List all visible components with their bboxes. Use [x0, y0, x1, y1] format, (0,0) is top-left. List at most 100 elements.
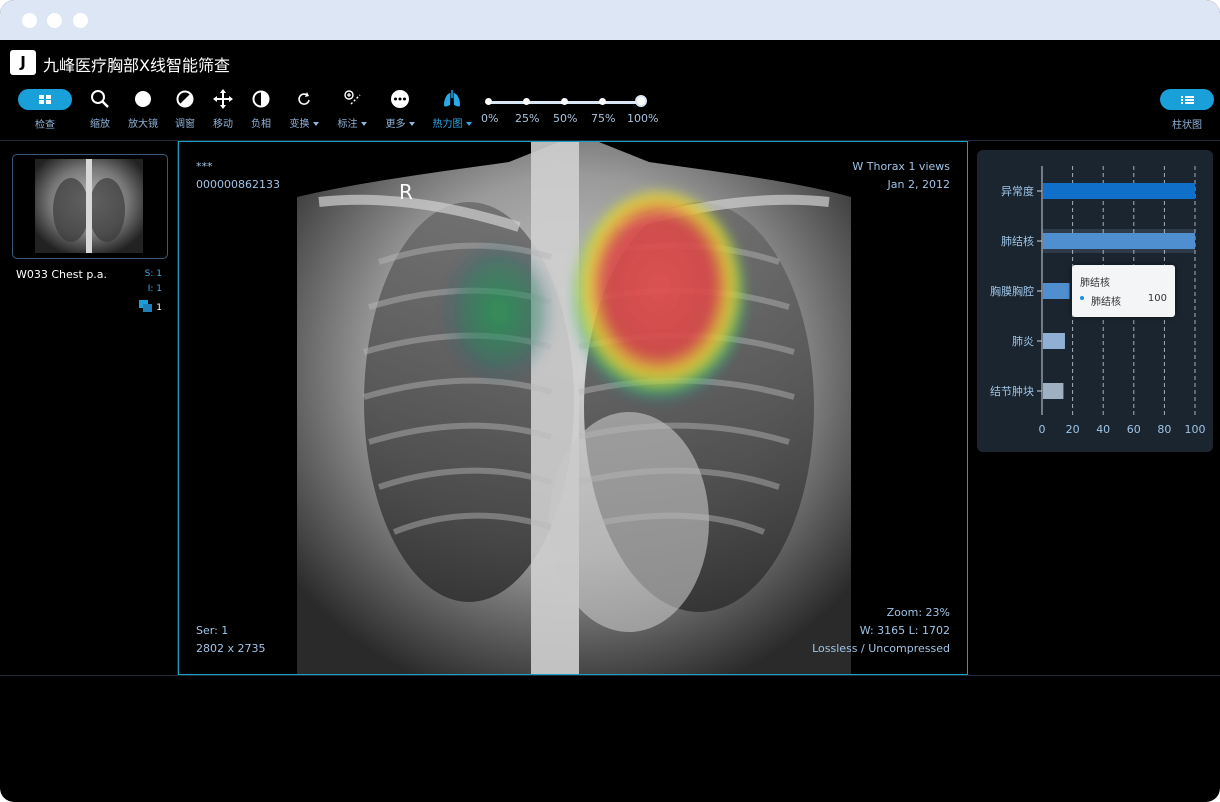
x-tick-label: 20 — [1066, 423, 1080, 436]
lungs-icon — [444, 90, 460, 107]
bar — [1043, 383, 1064, 399]
window-maximize-dot[interactable] — [73, 13, 88, 28]
window-level-readout: W: 3165 L: 1702 — [859, 624, 950, 637]
category-label: 胸膜胸腔 — [990, 284, 1034, 298]
slider-tick[interactable] — [599, 98, 606, 105]
chevron-down-icon — [408, 122, 415, 126]
app-logo: J — [10, 50, 36, 75]
annotate-tool-text: 标注 — [337, 119, 358, 130]
category-label: 肺结核 — [1001, 234, 1034, 248]
window-close-dot[interactable] — [22, 13, 37, 28]
app-window: J 九峰医疗胸部X线智能筛查 检查 缩放 放大镜 调窗 移动 负相 变换 标注 … — [0, 0, 1220, 802]
magnifier-tool-label: 放大镜 — [128, 119, 158, 130]
slider-thumb[interactable] — [635, 95, 647, 107]
invert-icon — [252, 90, 270, 108]
move-tool[interactable]: 移动 — [208, 88, 238, 132]
more-tool[interactable]: 更多 — [380, 88, 420, 132]
chest-xray-image — [179, 142, 967, 674]
magnifier-glass-icon — [135, 91, 151, 107]
findings-chart-panel: 0 20 40 60 80 100 异常度 肺结核 胸膜胸腔 肺炎 结节肿块 肺结核 肺结核 100 — [977, 150, 1213, 452]
compression-info: Lossless / Uncompressed — [812, 642, 950, 655]
list-icon — [1181, 96, 1194, 104]
window-chrome — [0, 0, 1220, 40]
chart-toggle-label: 柱状图 — [1172, 120, 1202, 131]
study-date: Jan 2, 2012 — [887, 178, 950, 191]
tooltip-series-dot — [1080, 296, 1084, 300]
x-tick-label: 80 — [1157, 423, 1171, 436]
slider-label: 0% — [481, 112, 499, 125]
window-level-tool[interactable]: 调窗 — [170, 88, 200, 132]
patient-name: *** — [196, 160, 213, 173]
heatmap-tool-label: 热力图 — [428, 115, 476, 130]
window-level-tool-label: 调窗 — [175, 119, 195, 130]
contrast-window-icon — [176, 90, 194, 108]
slider-tick[interactable] — [561, 98, 568, 105]
bar — [1043, 233, 1195, 249]
chart-toggle-button[interactable] — [1160, 89, 1214, 110]
annotate-tool-label: 标注 — [332, 115, 372, 130]
image-viewer[interactable]: R *** 000000862133 W Thorax 1 views Jan … — [178, 141, 968, 675]
series-number: Ser: 1 — [196, 624, 229, 637]
annotate-icon — [344, 90, 361, 105]
more-icon — [391, 90, 409, 108]
x-tick-label: 40 — [1096, 423, 1110, 436]
exam-label: 检查 — [35, 120, 55, 131]
series-name: W033 Chest p.a. — [16, 268, 108, 281]
chart-tooltip: 肺结核 肺结核 100 — [1072, 265, 1175, 317]
x-tick-label: 0 — [1039, 423, 1046, 436]
invert-tool-label: 负相 — [251, 119, 271, 130]
xray-thumbnail-image — [35, 159, 143, 253]
series-s-count: S: 1 — [144, 269, 162, 279]
more-tool-label: 更多 — [380, 115, 420, 130]
tooltip-series-name: 肺结核 — [1091, 297, 1121, 308]
category-label: 肺炎 — [1012, 335, 1034, 348]
toolbar: 检查 缩放 放大镜 调窗 移动 负相 变换 标注 更多 热力图 0% 25% 5… — [0, 84, 1220, 140]
more-tool-text: 更多 — [385, 119, 406, 130]
chevron-down-icon — [312, 122, 319, 126]
category-label: 结节肿块 — [990, 384, 1034, 398]
bar — [1043, 333, 1065, 349]
stack-icon — [139, 300, 153, 312]
slider-label: 75% — [591, 112, 616, 125]
viewer-bottom-divider — [0, 675, 1220, 676]
orientation-marker: R — [399, 180, 413, 204]
slider-tick[interactable] — [523, 98, 530, 105]
zoom-tool[interactable]: 缩放 — [84, 88, 116, 132]
annotate-tool[interactable]: 标注 — [332, 88, 372, 132]
study-description: W Thorax 1 views — [852, 160, 950, 173]
transform-tool-label: 变换 — [284, 115, 324, 130]
heatmap-tool-text: 热力图 — [432, 119, 463, 130]
patient-id: 000000862133 — [196, 178, 280, 191]
invert-tool[interactable]: 负相 — [246, 88, 276, 132]
move-arrows-icon — [213, 89, 233, 109]
window-minimize-dot[interactable] — [47, 13, 62, 28]
slider-tick[interactable] — [485, 98, 492, 105]
exam-button[interactable] — [18, 89, 72, 110]
chevron-down-icon — [360, 122, 367, 126]
zoom-tool-label: 缩放 — [90, 119, 110, 130]
title-bar: J 九峰医疗胸部X线智能筛查 — [0, 40, 1220, 84]
app-title: 九峰医疗胸部X线智能筛查 — [43, 56, 230, 75]
category-label: 异常度 — [1001, 184, 1034, 198]
bar — [1043, 183, 1195, 199]
transform-tool[interactable]: 变换 — [284, 88, 324, 132]
series-count-text: 1 — [156, 303, 162, 313]
series-i-count: I: 1 — [147, 284, 162, 294]
magnifier-tool[interactable]: 放大镜 — [124, 88, 162, 132]
grid-icon — [39, 95, 51, 104]
heatmap-tool[interactable]: 热力图 — [428, 88, 476, 132]
slider-label: 25% — [515, 112, 540, 125]
zoom-readout: Zoom: 23% — [886, 606, 950, 619]
x-tick-label: 60 — [1127, 423, 1141, 436]
tooltip-value: 100 — [1147, 293, 1167, 304]
series-panel: W033 Chest p.a. S: 1 I: 1 1 — [0, 141, 178, 675]
bar — [1043, 283, 1070, 299]
magnifier-icon — [91, 90, 109, 108]
x-tick-label: 100 — [1185, 423, 1206, 436]
image-dimensions: 2802 x 2735 — [196, 642, 266, 655]
series-thumbnail[interactable] — [12, 154, 168, 259]
move-tool-label: 移动 — [213, 119, 233, 130]
chevron-down-icon — [465, 122, 472, 126]
series-image-count: 1 — [139, 300, 162, 313]
slider-label: 100% — [627, 112, 659, 125]
